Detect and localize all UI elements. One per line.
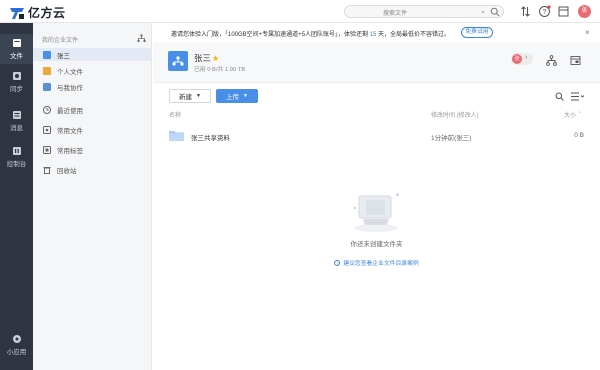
- members-button[interactable]: 张 ›: [511, 53, 533, 65]
- star-file-icon: [43, 125, 51, 134]
- new-button[interactable]: 新建 ▼: [169, 89, 211, 103]
- table-header: 名称 修改时间 (修改人) 大小 ↓: [153, 108, 600, 120]
- search-icon[interactable]: [490, 7, 500, 17]
- org-tree-icon[interactable]: [137, 34, 146, 43]
- shared-folder-icon: [169, 131, 184, 141]
- trash-icon: [43, 166, 51, 174]
- list-search-icon[interactable]: [555, 92, 564, 101]
- top-bar: 亿方云 搜索文件 ⌄ ? 张: [0, 0, 600, 23]
- file-name[interactable]: 张三共享资料: [191, 132, 230, 142]
- window-icon[interactable]: [557, 5, 570, 18]
- rail-label: 控制台: [6, 161, 27, 168]
- info-icon: i: [334, 260, 341, 267]
- transfer-icon[interactable]: [519, 5, 532, 18]
- file-size: 0 B: [574, 132, 584, 139]
- sidebar-item-recent[interactable]: 最近使用: [33, 103, 151, 116]
- rail-item-messages[interactable]: 消息: [0, 110, 33, 134]
- user-avatar[interactable]: 张: [578, 5, 591, 18]
- upload-button[interactable]: 上传 ▼: [216, 89, 258, 103]
- folder-header: 张三★ 已用 0 B/共 1.00 TB 张 ›: [153, 43, 600, 83]
- sidebar: 我的企业文件 张三 个人文件 与我协作 最近使用 常用文件 常用标签 回收站: [33, 23, 152, 370]
- detail-panel-icon[interactable]: [570, 55, 581, 66]
- sidebar-item-label: 回收站: [57, 167, 77, 175]
- sidebar-item-label: 常用文件: [57, 127, 83, 135]
- message-icon: [12, 111, 21, 119]
- rail-label: 同步: [10, 86, 23, 93]
- recent-icon: [43, 105, 51, 114]
- sidebar-item-label: 与我协作: [57, 84, 83, 92]
- column-size[interactable]: 大小: [564, 110, 576, 119]
- tag-icon: [43, 145, 51, 154]
- svg-text:?: ?: [543, 9, 547, 16]
- help-icon[interactable]: ?: [538, 5, 551, 18]
- sidebar-item-zhangsan[interactable]: 张三: [33, 48, 151, 61]
- sidebar-item-label: 个人文件: [57, 68, 83, 76]
- sidebar-item-label: 张三: [57, 52, 70, 60]
- caret-down-icon: ▼: [243, 93, 248, 99]
- sidebar-item-tags[interactable]: 常用标签: [33, 143, 151, 156]
- personal-files-icon: [43, 66, 51, 75]
- logo-text: 亿方云: [28, 6, 66, 20]
- table-row[interactable]: 张三共享资料 1分钟前(张三) 0 B: [153, 125, 600, 145]
- sidebar-item-label: 最近使用: [57, 107, 83, 115]
- empty-state: ✦ 你还未创建文件夹 i 建议您查看企业文件目录案例: [153, 183, 600, 303]
- empty-folder-illustration: ✦: [353, 192, 400, 232]
- search-box[interactable]: 搜索文件 ⌄: [344, 5, 504, 18]
- sidebar-item-label: 常用标签: [57, 147, 83, 155]
- rail-label: 文件: [10, 53, 23, 60]
- rail-item-files[interactable]: 文件: [0, 34, 33, 64]
- sidebar-item-personal[interactable]: 个人文件: [33, 64, 151, 77]
- rail-item-apps[interactable]: 小应用: [0, 334, 33, 360]
- rail-item-console[interactable]: 控制台: [0, 146, 33, 170]
- logo[interactable]: 亿方云: [9, 4, 66, 21]
- svg-text:✦: ✦: [395, 192, 400, 199]
- example-link[interactable]: i 建议您查看企业文件目录案例: [153, 258, 600, 267]
- main-panel: 邀请您体验入门版，「100GB空间+专属加速通道+5人团队账号」，体验还剩 15…: [153, 23, 600, 370]
- team-icon: [168, 51, 188, 71]
- folder-title: 张三★: [194, 53, 220, 63]
- rail-item-sync[interactable]: 同步: [0, 71, 33, 95]
- banner-text: 邀请您体验入门版，「100GB空间+专属加速通道+5人团队账号」，体验还剩 15…: [171, 32, 451, 38]
- team-folder-icon: [43, 50, 51, 59]
- file-icon: [12, 39, 21, 47]
- file-modified: 1分钟前(张三): [431, 135, 472, 142]
- close-banner-icon[interactable]: ×: [585, 28, 590, 37]
- search-input[interactable]: 搜索文件: [383, 8, 407, 17]
- promo-banner: 邀请您体验入门版，「100GB空间+专属加速通道+5人团队账号」，体验还剩 15…: [153, 23, 600, 43]
- share-structure-icon[interactable]: [546, 55, 557, 66]
- free-trial-button[interactable]: 免费试用: [461, 27, 493, 38]
- rail-label: 消息: [10, 125, 23, 132]
- storage-usage: 已用 0 B/共 1.00 TB: [194, 67, 246, 73]
- chevron-right-icon: ›: [525, 54, 528, 61]
- rail-label: 小应用: [6, 349, 27, 356]
- left-rail: 文件 同步 消息 控制台 小应用: [0, 23, 33, 370]
- column-modified[interactable]: 修改时间 (修改人): [431, 110, 479, 119]
- empty-message: 你还未创建文件夹: [350, 241, 403, 248]
- logo-icon: [10, 7, 24, 19]
- console-icon: [12, 147, 21, 155]
- sort-icon[interactable]: ↓: [578, 109, 581, 115]
- member-avatar: 张: [512, 54, 522, 64]
- sidebar-item-collab[interactable]: 与我协作: [33, 80, 151, 93]
- sidebar-item-trash[interactable]: 回收站: [33, 163, 151, 176]
- caret-down-icon: ▼: [196, 93, 201, 99]
- sidebar-header: 我的企业文件: [42, 38, 79, 44]
- sync-icon: [12, 72, 21, 80]
- apps-icon: [12, 335, 21, 343]
- column-name[interactable]: 名称: [169, 110, 181, 119]
- view-mode-icon[interactable]: [571, 92, 585, 101]
- search-scope-dropdown[interactable]: ⌄: [480, 7, 486, 15]
- collaboration-icon: [43, 82, 51, 91]
- sidebar-item-favorites[interactable]: 常用文件: [33, 123, 151, 136]
- star-icon[interactable]: ★: [212, 54, 219, 63]
